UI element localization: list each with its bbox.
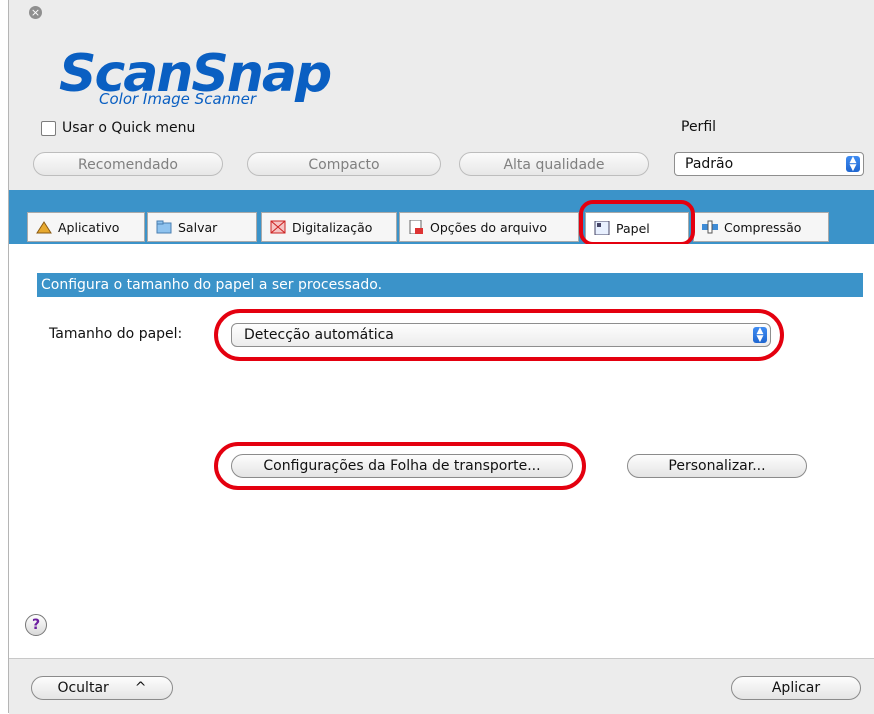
logo-subtitle: Color Image Scanner <box>99 90 257 108</box>
scansnap-settings-window: × ScanSnap Color Image Scanner Usar o Qu… <box>8 0 874 714</box>
highlight-ring-carrier-button <box>214 442 586 490</box>
file-icon <box>408 219 424 235</box>
paper-settings-panel: Configura o tamanho do papel a ser proce… <box>9 244 874 658</box>
preset-high-quality-button[interactable]: Alta qualidade <box>459 152 649 176</box>
paper-size-label: Tamanho do papel: <box>49 326 183 342</box>
tab-opcoes-do-arquivo[interactable]: Opções do arquivo <box>399 212 579 242</box>
select-stepper-icon: ▲ ▼ <box>846 156 860 173</box>
quick-menu-label: Usar o Quick menu <box>62 120 196 136</box>
hide-button-label: Ocultar <box>57 680 109 696</box>
close-icon[interactable]: × <box>29 6 42 19</box>
app-icon <box>36 220 52 234</box>
tab-label: Compressão <box>724 219 802 235</box>
profile-label: Perfil <box>681 119 717 135</box>
chevron-up-icon: ^ <box>134 680 147 696</box>
checkbox-box[interactable] <box>41 120 56 136</box>
highlight-ring-paper-size <box>214 309 784 361</box>
tab-label: Salvar <box>178 219 218 235</box>
preset-recommended-button[interactable]: Recomendado <box>33 152 223 176</box>
preset-compact-button[interactable]: Compacto <box>247 152 441 176</box>
footer-bar: Ocultar ^ Aplicar <box>9 658 874 714</box>
scan-icon <box>270 220 286 234</box>
tab-label: Opções do arquivo <box>430 219 547 235</box>
quick-menu-checkbox[interactable]: Usar o Quick menu <box>41 120 195 136</box>
scansnap-logo: ScanSnap Color Image Scanner <box>59 44 419 110</box>
profile-select-value: Padrão <box>685 156 734 172</box>
apply-button[interactable]: Aplicar <box>731 676 861 700</box>
tab-strip: Aplicativo Salvar Digitalização Opções d… <box>9 190 874 246</box>
customize-button[interactable]: Personalizar... <box>627 454 807 478</box>
tab-salvar[interactable]: Salvar <box>147 212 257 242</box>
tab-digitalizacao[interactable]: Digitalização <box>261 212 397 242</box>
hide-button[interactable]: Ocultar ^ <box>31 676 173 700</box>
profile-select[interactable]: Padrão ▲ ▼ <box>674 152 864 176</box>
tab-label: Digitalização <box>292 219 373 235</box>
tab-compressao[interactable]: Compressão <box>693 212 829 242</box>
help-icon[interactable]: ? <box>25 614 47 636</box>
tab-aplicativo[interactable]: Aplicativo <box>27 212 145 242</box>
folder-icon <box>156 220 172 234</box>
tab-label: Aplicativo <box>58 219 120 235</box>
compress-icon <box>702 220 718 234</box>
highlight-ring-papel-tab <box>579 200 695 246</box>
header: × ScanSnap Color Image Scanner Usar o Qu… <box>9 0 874 190</box>
panel-description: Configura o tamanho do papel a ser proce… <box>37 273 863 297</box>
